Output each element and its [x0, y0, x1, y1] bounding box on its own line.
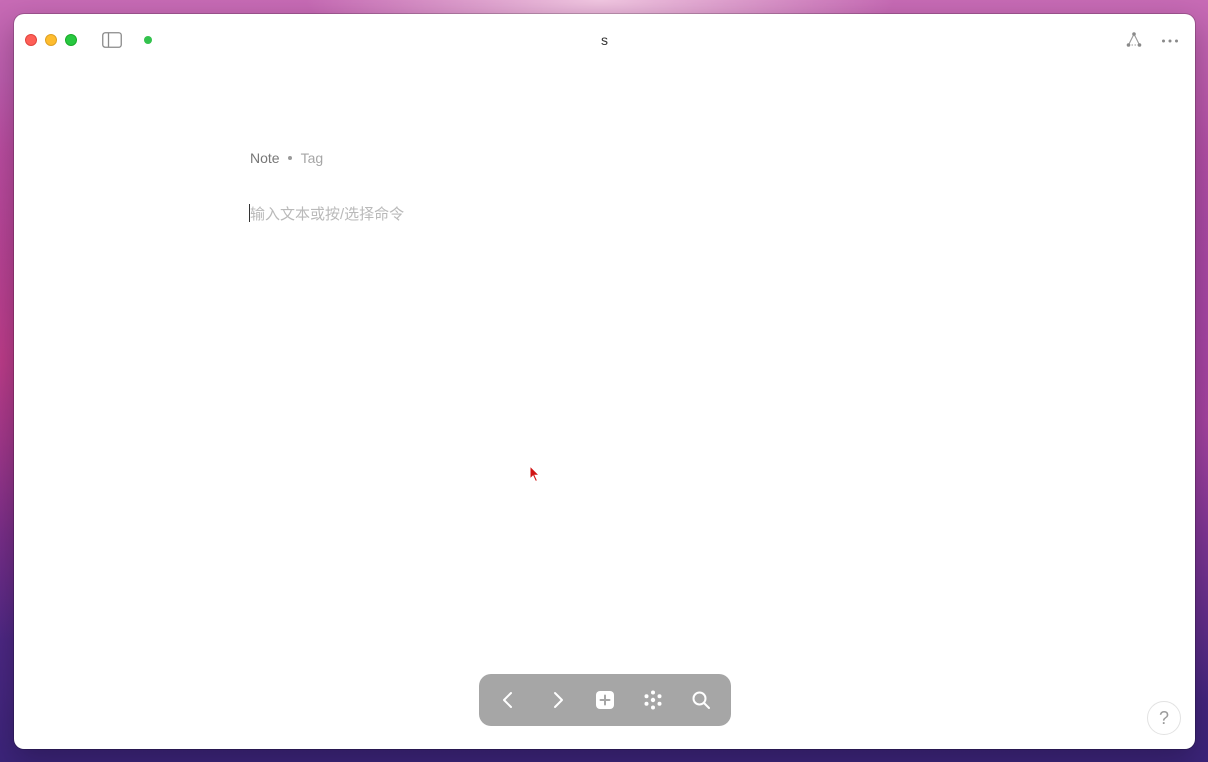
new-page-icon[interactable]	[593, 688, 617, 712]
bottom-navigation-bar	[479, 674, 731, 726]
mouse-cursor-icon	[529, 464, 541, 483]
app-window: s Note Tag 输入文本或按/选择命令 ?	[14, 14, 1195, 749]
graph-icon[interactable]	[1125, 31, 1143, 49]
tag-placeholder[interactable]: Tag	[301, 150, 324, 166]
help-button[interactable]: ?	[1147, 701, 1181, 735]
window-title: s	[601, 32, 608, 48]
search-icon[interactable]	[689, 688, 713, 712]
all-pages-icon[interactable]	[641, 688, 665, 712]
document-meta: Note Tag	[250, 150, 323, 166]
document-type-label[interactable]: Note	[250, 150, 280, 166]
back-icon[interactable]	[496, 688, 520, 712]
forward-icon[interactable]	[546, 688, 570, 712]
separator-dot	[287, 156, 292, 160]
more-icon[interactable]	[1161, 34, 1179, 46]
editor-input[interactable]: 输入文本或按/选择命令	[249, 201, 949, 225]
editor-placeholder: 输入文本或按/选择命令	[250, 206, 405, 223]
